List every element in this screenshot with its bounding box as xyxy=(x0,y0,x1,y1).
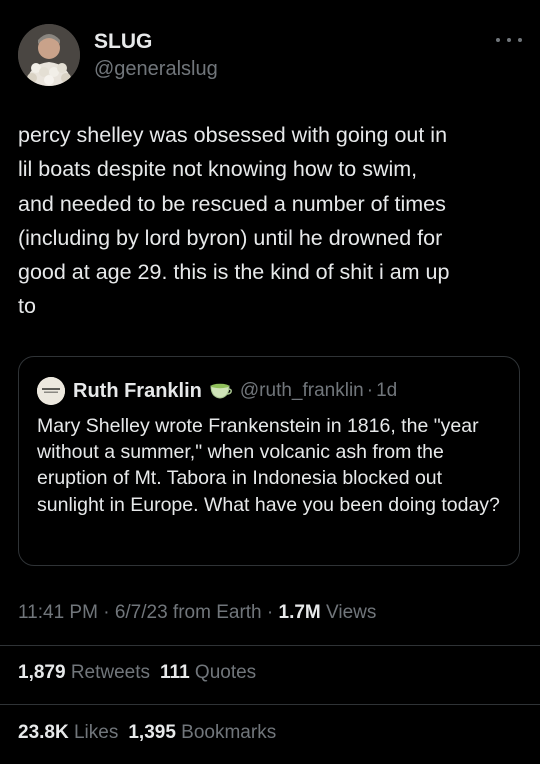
quotes-count: 111 xyxy=(160,662,190,683)
likes-count: 23.8K xyxy=(18,722,69,743)
retweets-count: 1,879 xyxy=(18,662,66,683)
bookmarks-stat[interactable]: 1,395 Bookmarks xyxy=(128,722,276,743)
tweet-text: percy shelley was obsessed with going ou… xyxy=(18,123,450,319)
more-dot xyxy=(518,38,522,42)
quote-author-handle[interactable]: @ruth_franklin xyxy=(240,380,364,402)
quoted-tweet-card[interactable]: Ruth Franklin @ruth_franklin · 1d Mary S… xyxy=(18,356,520,566)
quote-author-name[interactable]: Ruth Franklin xyxy=(73,380,202,403)
quote-timestamp[interactable]: 1d xyxy=(376,380,397,402)
bookmarks-label: Bookmarks xyxy=(181,722,277,743)
author-avatar[interactable] xyxy=(18,24,80,86)
tweet-source: from Earth xyxy=(167,602,262,623)
author-display-name[interactable]: SLUG xyxy=(94,30,152,54)
likes-stat[interactable]: 23.8K Likes xyxy=(18,722,118,743)
retweet-quote-stats: 1,879 Retweets 111 Quotes xyxy=(18,662,256,684)
quote-text: Mary Shelley wrote Frankenstein in 1816,… xyxy=(37,415,500,516)
tweet-meta: 11:41 PM · 6/7/23 from Earth · 1.7M View… xyxy=(18,602,376,624)
quotes-label: Quotes xyxy=(194,662,257,683)
more-dot xyxy=(507,38,511,42)
quote-header: Ruth Franklin @ruth_franklin · 1d xyxy=(73,377,397,405)
tweet-date[interactable]: 6/7/23 xyxy=(115,602,168,623)
tea-cup-icon xyxy=(210,382,232,400)
retweets-label: Retweets xyxy=(70,662,151,683)
more-dot xyxy=(496,38,500,42)
divider xyxy=(0,645,540,646)
views-count: 1.7M xyxy=(278,602,321,623)
divider xyxy=(0,704,540,705)
author-handle[interactable]: @generalslug xyxy=(94,58,218,81)
meta-separator: · xyxy=(261,602,279,623)
quotes-stat[interactable]: 111 Quotes xyxy=(160,662,256,683)
quote-author-avatar[interactable] xyxy=(37,377,65,405)
views-label: Views xyxy=(320,602,377,623)
likes-label: Likes xyxy=(73,722,119,743)
meta-separator: · xyxy=(97,602,115,623)
likes-bookmarks-stats: 23.8K Likes 1,395 Bookmarks xyxy=(18,722,276,744)
tweet-time[interactable]: 11:41 PM xyxy=(18,602,98,623)
quote-separator: · xyxy=(366,380,374,401)
retweets-stat[interactable]: 1,879 Retweets xyxy=(18,662,150,683)
bookmarks-count: 1,395 xyxy=(128,722,176,743)
more-options-icon[interactable] xyxy=(496,34,522,46)
